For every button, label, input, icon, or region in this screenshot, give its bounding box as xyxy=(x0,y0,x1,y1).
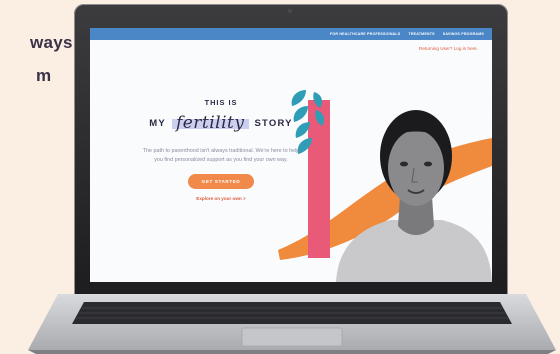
webcam-icon xyxy=(288,9,292,13)
laptop-keyboard-base xyxy=(28,294,556,354)
background-headline-line-1: ways xyxy=(30,33,73,52)
woman-portrait xyxy=(336,110,492,282)
hero-content: THIS IS MY fertility STORY The path to p… xyxy=(90,98,352,201)
explore-link[interactable]: Explore on your own > xyxy=(90,196,352,201)
hero-description-line-1: The path to parenthood isn't always trad… xyxy=(142,148,300,154)
hero-title-prefix: MY xyxy=(149,117,166,129)
hero-description: The path to parenthood isn't always trad… xyxy=(90,147,352,164)
trackpad xyxy=(241,327,343,347)
laptop-lid: FOR HEALTHCARE PROFESSIONALS TREATMENTS … xyxy=(74,4,508,296)
hero-title-suffix: STORY xyxy=(254,117,293,129)
hero-description-line-2: you find personalized support as you fin… xyxy=(154,156,288,163)
hero-eyebrow: THIS IS xyxy=(204,98,238,107)
laptop-screen: FOR HEALTHCARE PROFESSIONALS TREATMENTS … xyxy=(90,28,492,282)
hero-title: MY fertility STORY xyxy=(90,113,352,133)
hero-title-script: fertility xyxy=(171,113,249,133)
get-started-button[interactable]: GET STARTED xyxy=(187,174,255,190)
background-headline-line-2: m xyxy=(36,66,52,85)
background-headline: ways m xyxy=(0,26,73,92)
